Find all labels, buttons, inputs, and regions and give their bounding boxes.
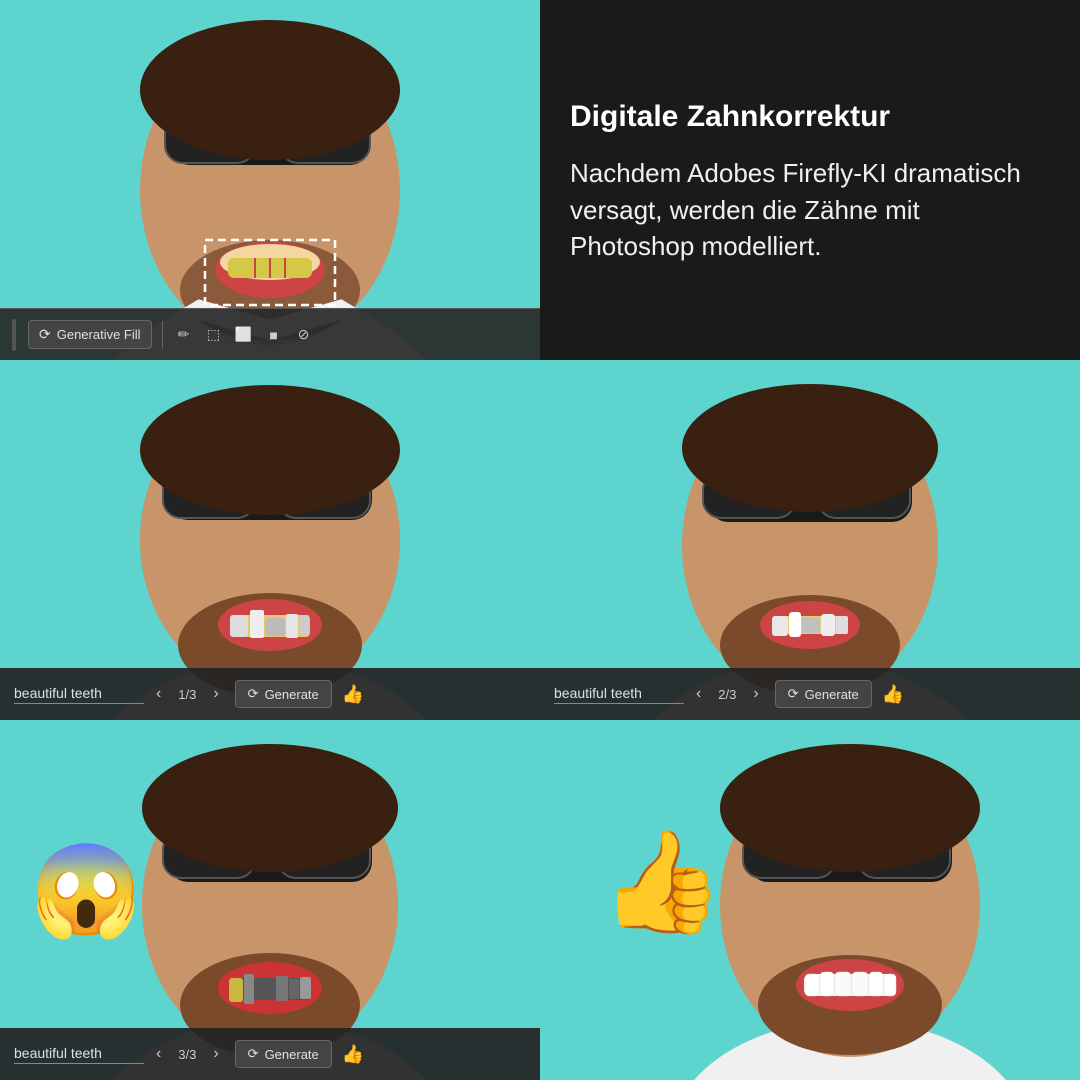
panel-description: Nachdem Adobes Firefly-KI dramatisch ver… (570, 155, 1050, 264)
face-photo-ml (0, 360, 540, 720)
generate-button-bl[interactable]: ⟳ Generate (235, 1040, 332, 1068)
cell-bottom-left: 😱 ‹ 3/3 › ⟳ Generate 👍 (0, 720, 540, 1080)
generate-label-ml: Generate (265, 687, 319, 702)
page-count-bl: 3/3 (173, 1047, 201, 1062)
generate-button-ml[interactable]: ⟳ Generate (235, 680, 332, 708)
generate-icon-mr: ⟳ (788, 686, 799, 702)
select-icon[interactable]: ⬚ (203, 324, 225, 346)
main-grid: ⟳ Generative Fill ✏ ⬚ ⬜ ■ ⊘ Digitale Zah… (0, 0, 1080, 1080)
prompt-input-mr[interactable] (554, 685, 684, 704)
brush-icon[interactable]: ✏ (173, 324, 195, 346)
prev-arrow-ml[interactable]: ‹ (150, 681, 167, 707)
prompt-input-bl[interactable] (14, 1045, 144, 1064)
gen-fill-icon: ⟳ (39, 326, 51, 343)
generate-bar-bl: ‹ 3/3 › ⟳ Generate 👍 (0, 1028, 540, 1080)
next-arrow-ml[interactable]: › (207, 681, 224, 707)
generate-label-mr: Generate (805, 687, 859, 702)
text-panel: Digitale Zahnkorrektur Nachdem Adobes Fi… (540, 0, 1080, 360)
cell-middle-right: ‹ 2/3 › ⟳ Generate 👍 (540, 360, 1080, 720)
thumbs-up-emoji: 👍 (600, 832, 725, 932)
cell-bottom-right: 👍 (540, 720, 1080, 1080)
fill-icon[interactable]: ■ (263, 324, 285, 346)
toolbar-separator (162, 321, 163, 349)
generate-icon-bl: ⟳ (248, 1046, 259, 1062)
face-photo-mr (540, 360, 1080, 720)
page-count-mr: 2/3 (713, 687, 741, 702)
toolbar-divider-left (12, 319, 16, 351)
shock-emoji: 😱 (30, 846, 142, 936)
prev-arrow-mr[interactable]: ‹ (690, 681, 707, 707)
prompt-input-ml[interactable] (14, 685, 144, 704)
generative-fill-button[interactable]: ⟳ Generative Fill (28, 320, 152, 349)
next-arrow-mr[interactable]: › (747, 681, 764, 707)
thumbs-up-bl[interactable]: 👍 (342, 1044, 364, 1065)
face-photo-tl (0, 0, 540, 360)
generate-bar-ml: ‹ 1/3 › ⟳ Generate 👍 (0, 668, 540, 720)
generate-icon-ml: ⟳ (248, 686, 259, 702)
page-count-ml: 1/3 (173, 687, 201, 702)
select-add-icon[interactable]: ⬜ (233, 324, 255, 346)
cell-top-left: ⟳ Generative Fill ✏ ⬚ ⬜ ■ ⊘ (0, 0, 540, 360)
prev-arrow-bl[interactable]: ‹ (150, 1041, 167, 1067)
generate-label-bl: Generate (265, 1047, 319, 1062)
thumbs-up-mr[interactable]: 👍 (882, 684, 904, 705)
next-arrow-bl[interactable]: › (207, 1041, 224, 1067)
cell-top-right: Digitale Zahnkorrektur Nachdem Adobes Fi… (540, 0, 1080, 360)
gen-fill-label: Generative Fill (57, 327, 141, 342)
generate-button-mr[interactable]: ⟳ Generate (775, 680, 872, 708)
cell-middle-left: ‹ 1/3 › ⟳ Generate 👍 (0, 360, 540, 720)
thumbs-up-ml[interactable]: 👍 (342, 684, 364, 705)
generate-bar-mr: ‹ 2/3 › ⟳ Generate 👍 (540, 668, 1080, 720)
cancel-icon[interactable]: ⊘ (293, 324, 315, 346)
panel-title: Digitale Zahnkorrektur (570, 99, 1050, 135)
photoshop-toolbar: ⟳ Generative Fill ✏ ⬚ ⬜ ■ ⊘ (0, 308, 540, 360)
